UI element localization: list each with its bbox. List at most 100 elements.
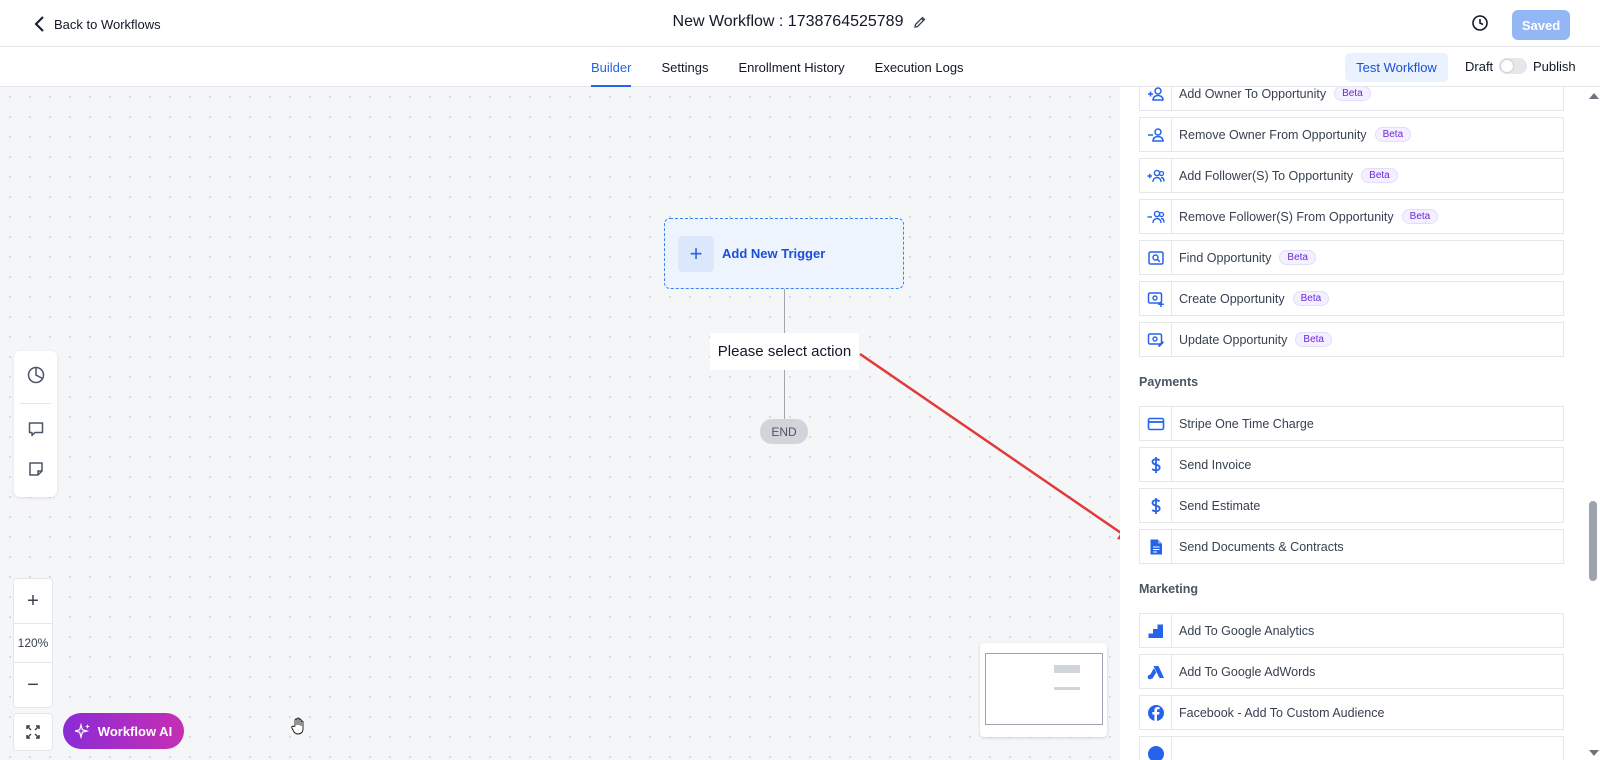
action-send-invoice[interactable]: Send Invoice: [1139, 447, 1564, 482]
tab-execution-logs[interactable]: Execution Logs: [875, 47, 964, 87]
workflow-ai-label: Workflow AI: [97, 723, 173, 739]
section-title-marketing: Marketing: [1139, 582, 1199, 596]
icon-cell: [1140, 737, 1172, 760]
workflow-canvas[interactable]: + Add New Trigger Please select action E…: [0, 87, 1120, 760]
action-add-owner-to-opportunity[interactable]: Add Owner To Opportunity Beta: [1139, 87, 1564, 111]
action-add-followers-to-opportunity[interactable]: Add Follower(S) To Opportunity Beta: [1139, 158, 1564, 193]
action-remove-owner-from-opportunity[interactable]: Remove Owner From Opportunity Beta: [1139, 117, 1564, 152]
tab-settings[interactable]: Settings: [661, 47, 708, 87]
publish-toggle[interactable]: [1499, 58, 1527, 74]
icon-cell: [1140, 87, 1172, 110]
plus-icon: +: [678, 235, 714, 272]
actions-panel: Add Owner To Opportunity Beta Remove Own…: [1120, 87, 1600, 760]
action-label: Remove Owner From Opportunity: [1179, 127, 1367, 142]
action-label: Facebook - Add To Custom Audience: [1179, 705, 1385, 720]
dollar-icon: [1151, 497, 1161, 514]
pencil-icon[interactable]: [913, 15, 927, 29]
person-add-icon: [1147, 87, 1164, 101]
minimap-node: [1054, 687, 1080, 690]
icon-cell: [1140, 159, 1172, 192]
chevron-left-icon: [34, 16, 44, 32]
action-label: Update Opportunity: [1179, 332, 1288, 347]
history-icon[interactable]: [1471, 14, 1489, 32]
section-title-payments: Payments: [1139, 375, 1199, 389]
scroll-up-arrow[interactable]: [1589, 93, 1599, 99]
action-remove-followers-from-opportunity[interactable]: Remove Follower(S) From Opportunity Beta: [1139, 199, 1564, 234]
hand-cursor-icon: [291, 717, 304, 735]
action-facebook-add-to-custom-audience[interactable]: Facebook - Add To Custom Audience: [1139, 695, 1564, 730]
action-find-opportunity[interactable]: Find Opportunity Beta: [1139, 240, 1564, 275]
zoom-controls: + 120% −: [13, 578, 53, 708]
action-add-to-google-adwords[interactable]: Add To Google AdWords: [1139, 654, 1564, 689]
workflow-title: New Workflow : 1738764525789: [672, 13, 904, 30]
action-add-to-google-analytics[interactable]: Add To Google Analytics: [1139, 613, 1564, 648]
icon-cell: [1140, 655, 1172, 688]
side-toolbar: [14, 351, 57, 497]
action-send-documents-contracts[interactable]: Send Documents & Contracts: [1139, 529, 1564, 564]
zoom-out-button[interactable]: −: [14, 665, 52, 705]
comment-icon[interactable]: [26, 419, 46, 439]
people-remove-icon: [1147, 210, 1165, 223]
scroll-thumb[interactable]: [1589, 501, 1597, 581]
connector-line: [784, 289, 785, 333]
action-create-opportunity[interactable]: Create Opportunity Beta: [1139, 281, 1564, 316]
dollar-icon: [1151, 456, 1161, 473]
action-label: Remove Follower(S) From Opportunity: [1179, 209, 1394, 224]
beta-badge: Beta: [1334, 87, 1371, 101]
expand-icon: [26, 725, 40, 739]
back-to-workflows-link[interactable]: Back to Workflows: [34, 14, 161, 34]
google-analytics-icon: [1148, 624, 1163, 638]
action-send-estimate[interactable]: Send Estimate: [1139, 488, 1564, 523]
action-label: Send Documents & Contracts: [1179, 539, 1344, 554]
toolbar-divider: [20, 403, 51, 404]
test-workflow-button[interactable]: Test Workflow: [1345, 53, 1448, 82]
minimap-node: [1054, 665, 1080, 673]
action-label: Add Follower(S) To Opportunity: [1179, 168, 1354, 183]
icon-cell: [1140, 448, 1172, 481]
back-label: Back to Workflows: [54, 16, 161, 32]
action-label: Send Invoice: [1179, 457, 1252, 472]
tab-bar: Builder Settings Enrollment History Exec…: [591, 47, 964, 87]
icon-cell: [1140, 323, 1172, 356]
sub-navigation: Builder Settings Enrollment History Exec…: [0, 47, 1600, 87]
publish-label: Publish: [1533, 59, 1576, 74]
scroll-down-arrow[interactable]: [1589, 750, 1599, 756]
sparkle-icon: [74, 723, 90, 739]
icon-cell: [1140, 200, 1172, 233]
beta-badge: Beta: [1279, 250, 1316, 265]
beta-badge: Beta: [1361, 168, 1398, 183]
create-opportunity-icon: [1147, 291, 1164, 307]
facebook-icon: [1147, 745, 1164, 760]
fit-to-screen-button[interactable]: [13, 713, 53, 751]
beta-badge: Beta: [1401, 209, 1439, 224]
action-label: Find Opportunity: [1179, 250, 1272, 265]
pie-chart-icon[interactable]: [26, 365, 46, 385]
icon-cell: [1140, 696, 1172, 729]
sticky-note-icon[interactable]: [26, 459, 46, 479]
action-next-partial[interactable]: [1139, 736, 1564, 760]
select-action-node[interactable]: Please select action: [710, 333, 859, 370]
action-update-opportunity[interactable]: Update Opportunity Beta: [1139, 322, 1564, 357]
zoom-in-button[interactable]: +: [14, 581, 52, 621]
credit-card-icon: [1147, 417, 1164, 430]
action-label: Add To Google AdWords: [1179, 664, 1316, 679]
connector-line: [784, 370, 785, 419]
tab-enrollment-history[interactable]: Enrollment History: [738, 47, 844, 87]
add-new-trigger-node[interactable]: + Add New Trigger: [664, 218, 904, 289]
find-opportunity-icon: [1147, 250, 1164, 265]
icon-cell: [1140, 282, 1172, 315]
document-icon: [1150, 539, 1162, 554]
people-add-icon: [1147, 169, 1165, 182]
toggle-knob: [1501, 60, 1513, 72]
tab-builder[interactable]: Builder: [591, 47, 632, 87]
action-label: Create Opportunity: [1179, 291, 1285, 306]
icon-cell: [1140, 118, 1172, 151]
action-label: Send Estimate: [1179, 498, 1261, 513]
action-stripe-one-time-charge[interactable]: Stripe One Time Charge: [1139, 406, 1564, 441]
workflow-ai-button[interactable]: Workflow AI: [63, 713, 184, 749]
icon-cell: [1140, 241, 1172, 274]
saved-button[interactable]: Saved: [1512, 10, 1570, 40]
minimap[interactable]: [980, 643, 1107, 737]
action-label: Add To Google Analytics: [1179, 623, 1315, 638]
panel-scrollbar[interactable]: [1586, 87, 1600, 760]
